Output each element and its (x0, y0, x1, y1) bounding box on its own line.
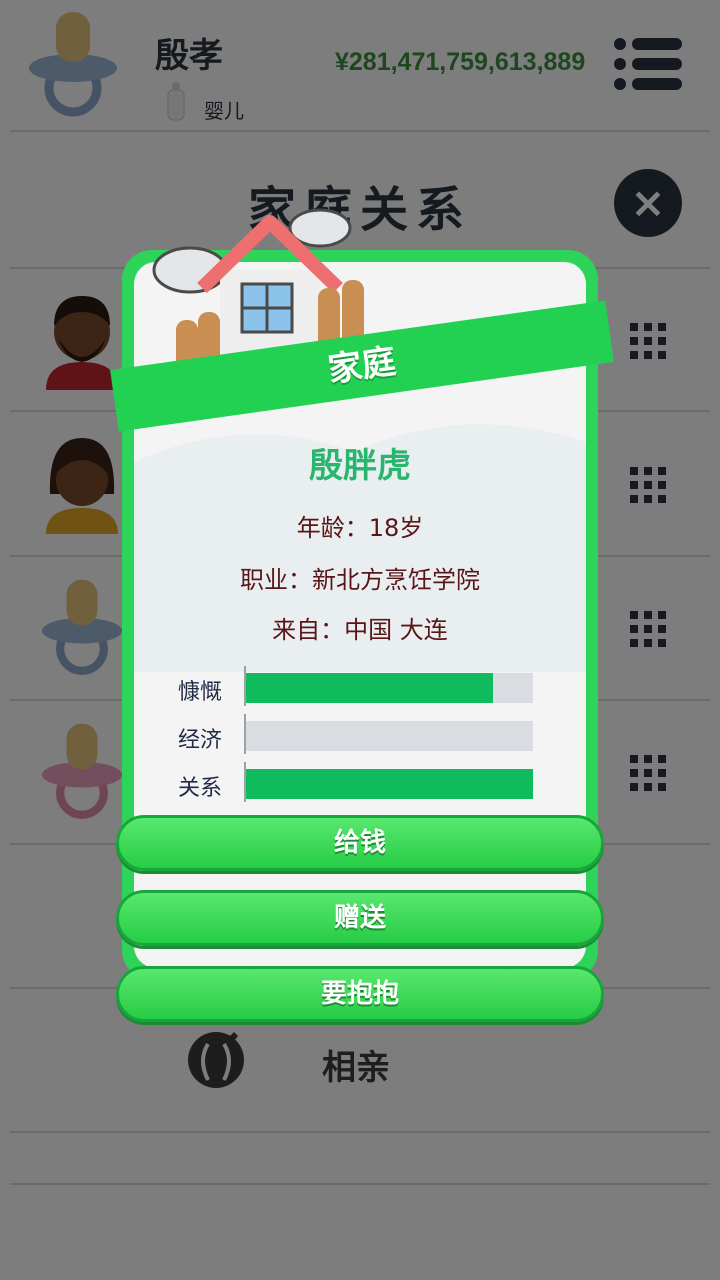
give-money-button[interactable]: 给钱 (116, 815, 604, 871)
stat-label-generosity: 慷慨 (178, 680, 223, 705)
age-value: 18岁 (368, 514, 424, 542)
person-name: 殷胖虎 (309, 446, 411, 486)
job-line: 职业：新北方烹饪学院 (134, 560, 586, 595)
from-line: 来自：中国 大连 (134, 610, 586, 645)
from-label: 来自： (272, 616, 345, 644)
stat-fill-generosity (246, 673, 493, 703)
gift-button[interactable]: 赠送 (116, 890, 604, 946)
stat-label-relationship: 关系 (178, 776, 223, 801)
stat-fill-relationship (246, 769, 533, 799)
from-value: 中国 大连 (344, 616, 448, 644)
stat-bar-generosity (246, 673, 533, 703)
age-line: 年龄：18岁 (134, 508, 586, 543)
hug-button[interactable]: 要抱抱 (116, 966, 604, 1022)
stat-bar-economy (246, 721, 533, 751)
job-label: 职业： (240, 566, 312, 594)
job-value: 新北方烹饪学院 (312, 566, 480, 594)
stat-label-economy: 经济 (178, 728, 223, 753)
stat-bar-relationship (246, 769, 533, 799)
age-label: 年龄： (296, 514, 369, 542)
